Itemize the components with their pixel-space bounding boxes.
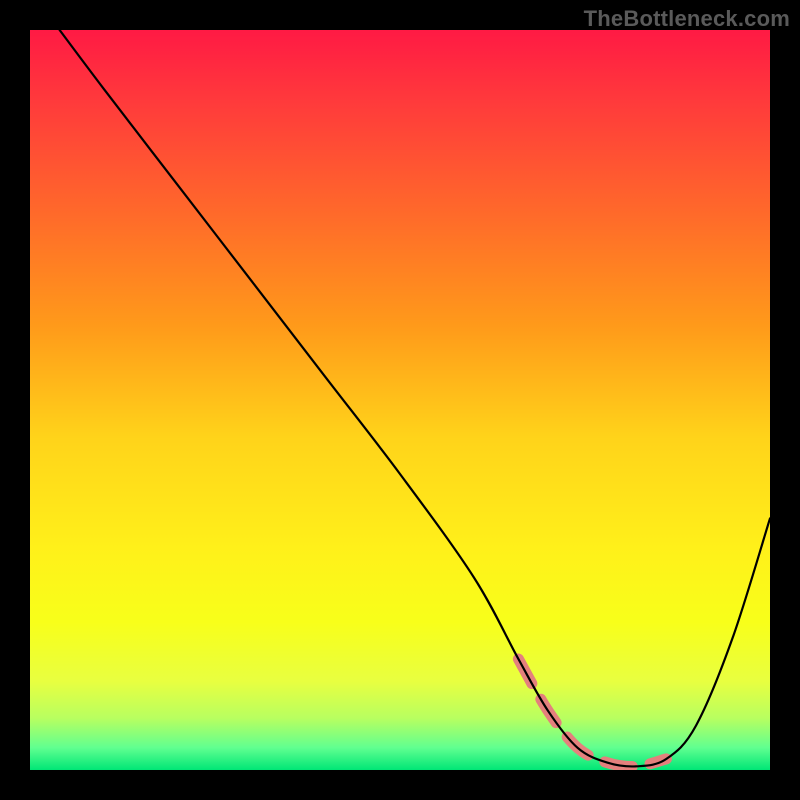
bottleneck-curve (60, 30, 770, 766)
chart-frame: TheBottleneck.com (0, 0, 800, 800)
plot-area (30, 30, 770, 770)
watermark-text: TheBottleneck.com (584, 6, 790, 32)
valley-highlight-dash (518, 659, 666, 766)
curve-layer (30, 30, 770, 770)
